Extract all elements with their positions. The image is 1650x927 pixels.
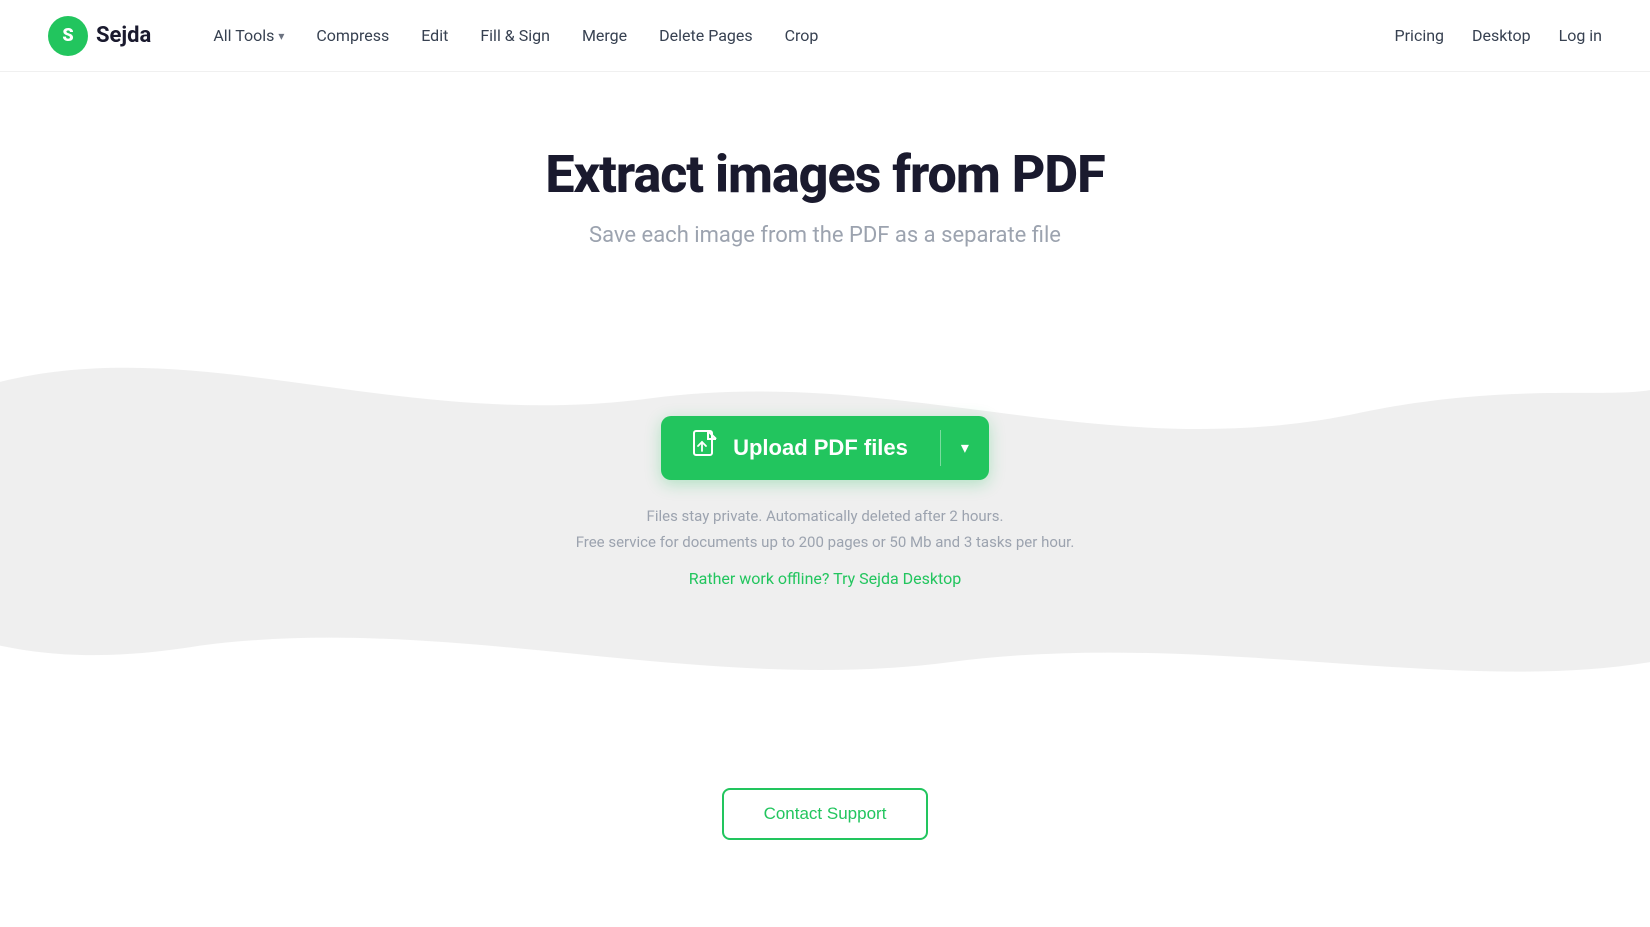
nav-delete-pages[interactable]: Delete Pages xyxy=(645,18,766,53)
privacy-line2: Free service for documents up to 200 pag… xyxy=(576,530,1075,556)
hero-subtitle: Save each image from the PDF as a separa… xyxy=(48,223,1602,248)
upload-pdf-button[interactable]: Upload PDF files xyxy=(661,416,940,480)
nav-edit[interactable]: Edit xyxy=(407,18,462,53)
upload-button-label: Upload PDF files xyxy=(733,435,908,461)
nav-links: All Tools ▾ Compress Edit Fill & Sign Me… xyxy=(199,18,1394,53)
upload-dropdown-button[interactable]: ▾ xyxy=(941,416,989,480)
logo-link[interactable]: S Sejda xyxy=(48,16,151,56)
privacy-info: Files stay private. Automatically delete… xyxy=(576,504,1075,588)
page-title: Extract images from PDF xyxy=(48,144,1602,205)
offline-desktop-link[interactable]: Rather work offline? Try Sejda Desktop xyxy=(689,569,961,588)
nav-desktop[interactable]: Desktop xyxy=(1472,26,1531,45)
nav-compress[interactable]: Compress xyxy=(302,18,403,53)
upload-button-container[interactable]: Upload PDF files ▾ xyxy=(661,416,989,480)
hero-section: Extract images from PDF Save each image … xyxy=(0,72,1650,296)
navbar: S Sejda All Tools ▾ Compress Edit Fill &… xyxy=(0,0,1650,72)
contact-support-button[interactable]: Contact Support xyxy=(722,788,929,840)
nav-all-tools[interactable]: All Tools ▾ xyxy=(199,18,298,53)
nav-right: Pricing Desktop Log in xyxy=(1395,26,1602,45)
nav-login[interactable]: Log in xyxy=(1559,26,1602,45)
nav-fill-sign[interactable]: Fill & Sign xyxy=(466,18,564,53)
nav-pricing[interactable]: Pricing xyxy=(1395,26,1445,45)
chevron-down-icon: ▾ xyxy=(961,438,969,458)
logo-icon: S xyxy=(48,16,88,56)
upload-section: Upload PDF files ▾ Files stay private. A… xyxy=(0,316,1650,728)
nav-crop[interactable]: Crop xyxy=(771,18,833,53)
upload-content: Upload PDF files ▾ Files stay private. A… xyxy=(0,416,1650,588)
nav-merge[interactable]: Merge xyxy=(568,18,641,53)
privacy-line1: Files stay private. Automatically delete… xyxy=(576,504,1075,530)
chevron-down-icon: ▾ xyxy=(278,29,284,43)
pdf-upload-icon xyxy=(693,430,719,467)
brand-name: Sejda xyxy=(96,23,151,48)
footer-area: Contact Support xyxy=(0,728,1650,880)
